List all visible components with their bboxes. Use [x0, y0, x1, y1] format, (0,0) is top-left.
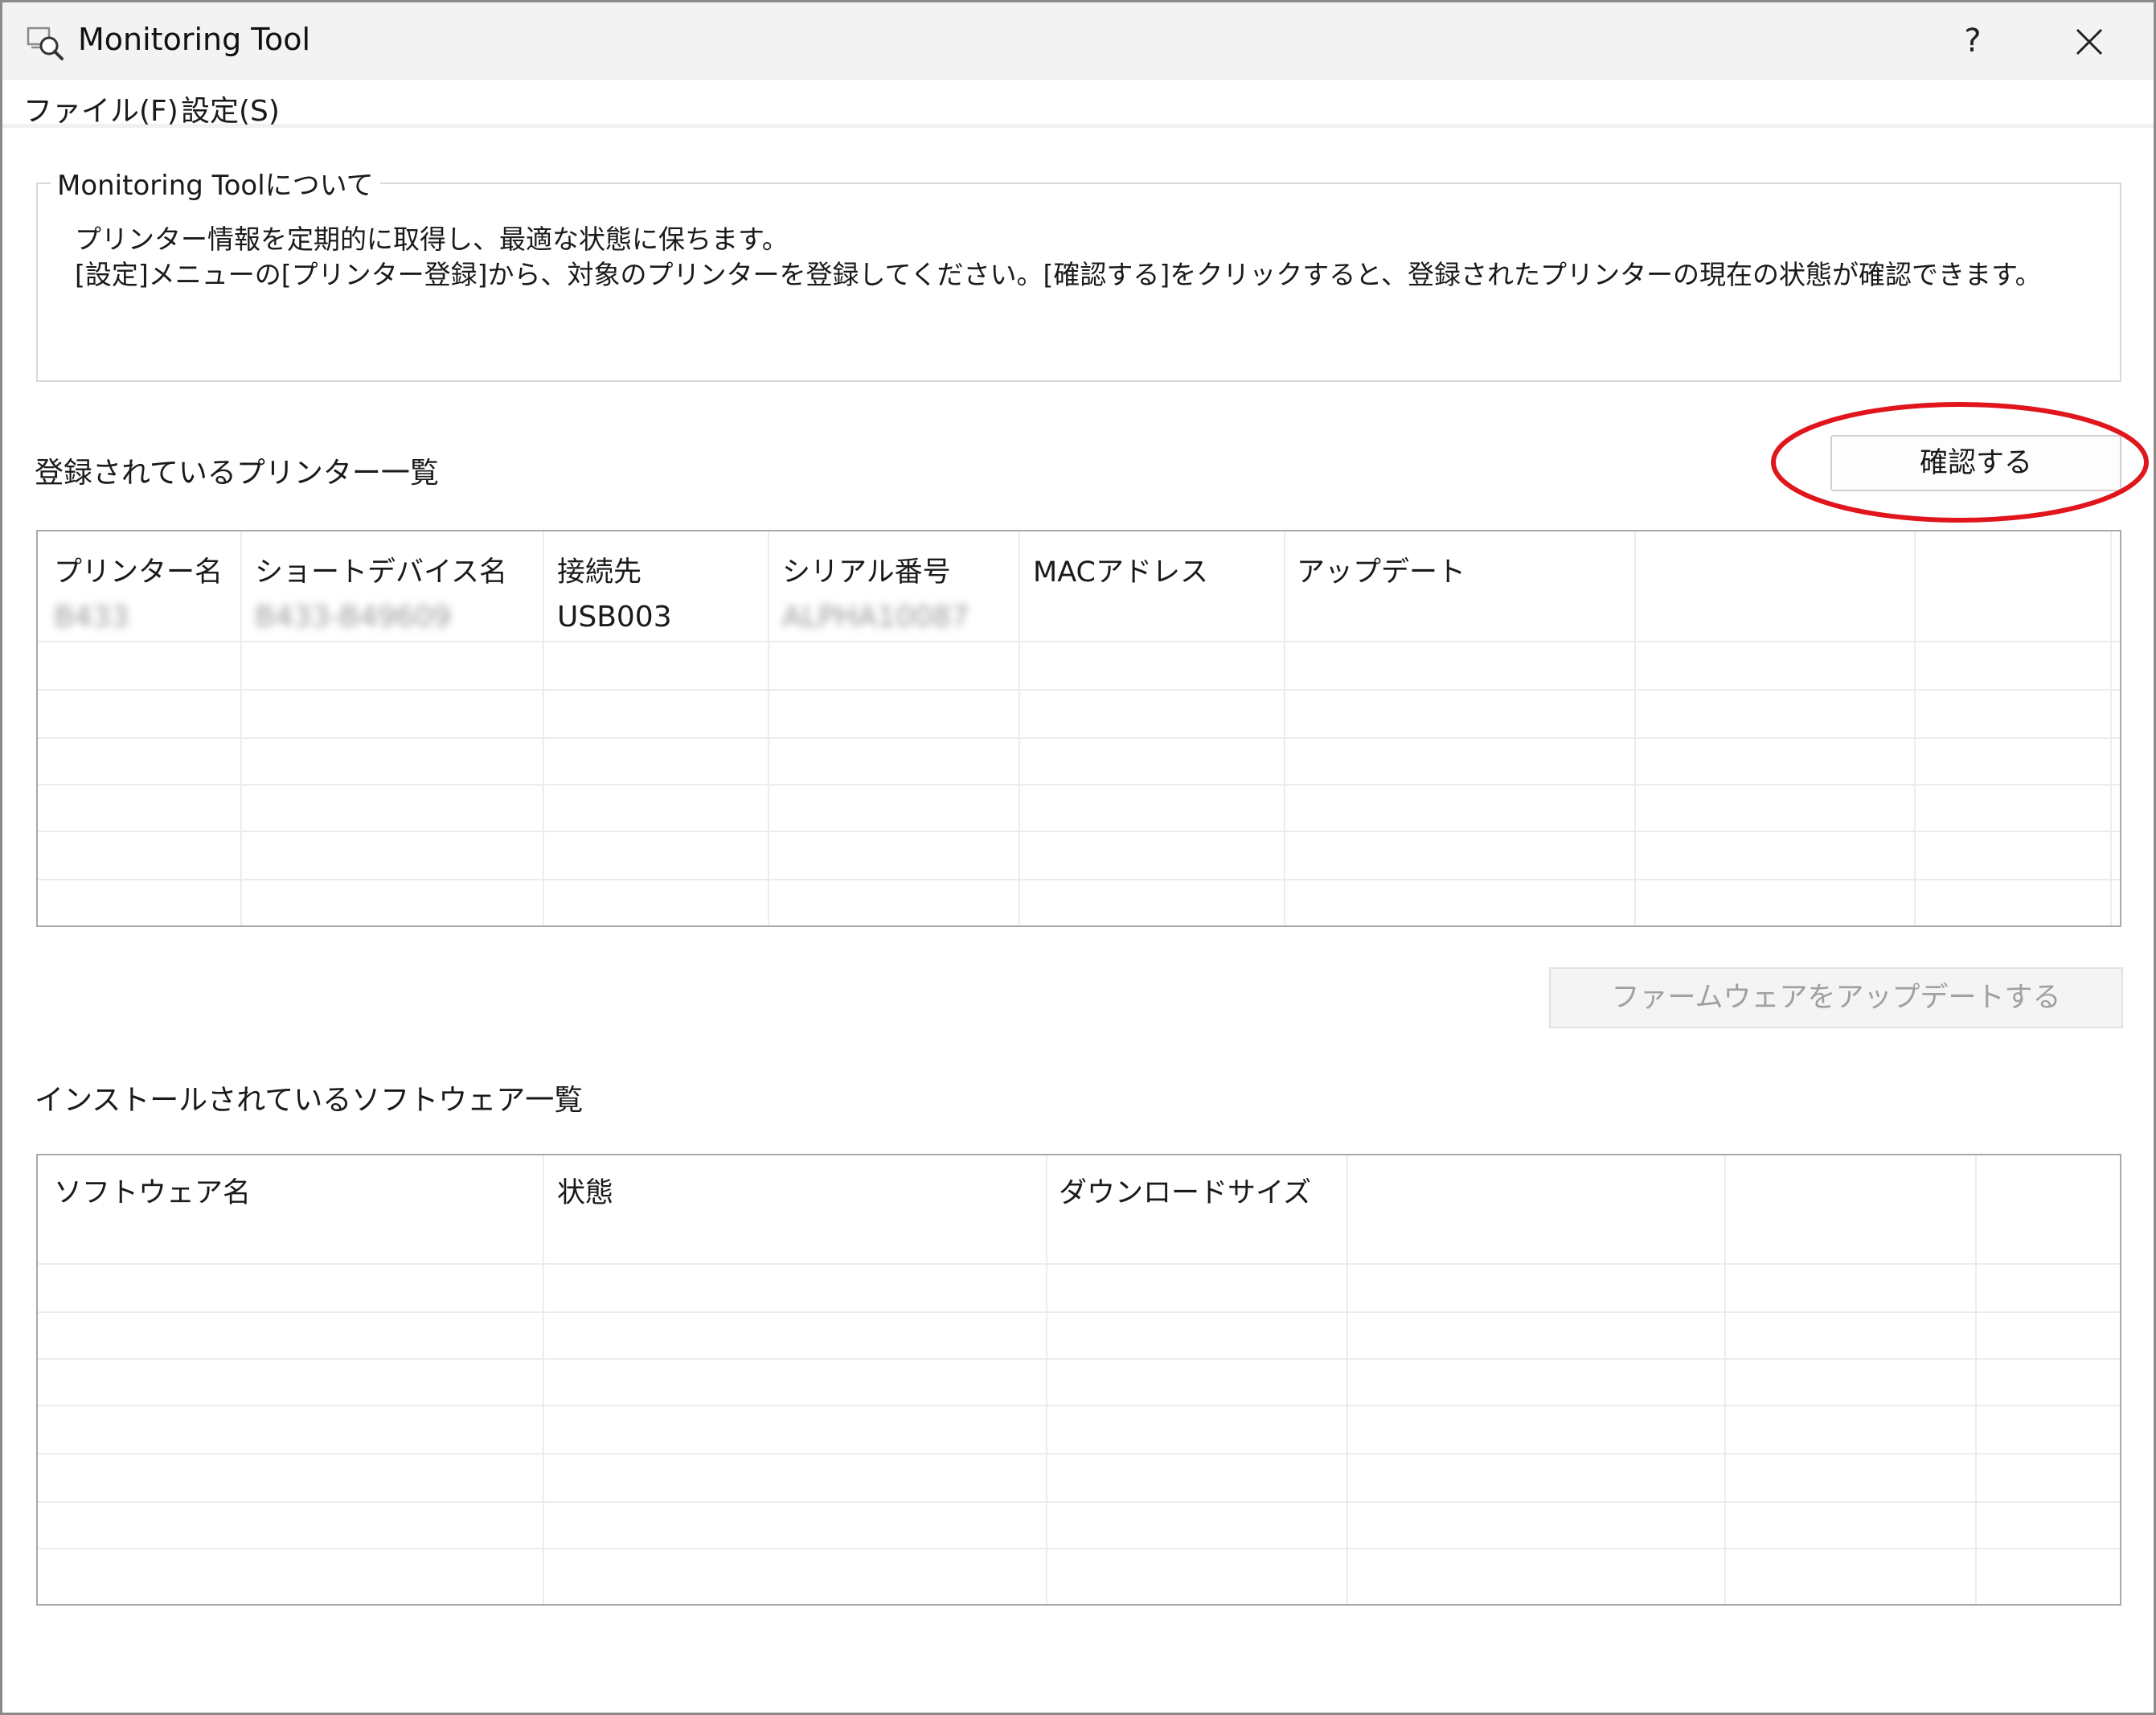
row-divider [38, 784, 2120, 786]
confirm-button[interactable]: 確認する [1830, 435, 2121, 491]
row-divider [38, 1501, 2120, 1503]
column-divider [768, 531, 769, 925]
about-groupbox: Monitoring Toolについて プリンター情報を定期的に取得し、最適な状… [36, 163, 2121, 382]
help-button[interactable]: ? [1945, 12, 2001, 70]
column-header-short-device-name[interactable]: ショートデバイス名 [255, 549, 507, 590]
column-divider [2110, 531, 2112, 925]
column-header-serial-number[interactable]: シリアル番号 [782, 549, 951, 590]
window-title: Monitoring Tool [78, 22, 311, 57]
column-divider [1046, 1155, 1047, 1604]
cell-short-device-name[interactable]: B433-B49609 [255, 601, 451, 634]
column-divider [1634, 531, 1636, 925]
menu-settings[interactable]: 設定(S) [178, 88, 283, 129]
close-icon [2076, 28, 2103, 55]
column-divider [240, 531, 242, 925]
software-list-heading: インストールされているソフトウェア一覧 [35, 1084, 584, 1117]
row-divider [38, 879, 2120, 880]
column-divider [1346, 1155, 1348, 1604]
column-header-download-size[interactable]: ダウンロードサイズ [1059, 1170, 1311, 1211]
row-divider [38, 1548, 2120, 1549]
column-header-update[interactable]: アップデート [1297, 549, 1465, 590]
column-divider [1975, 1155, 1977, 1604]
about-description-line2: [設定]メニューの[プリンター登録]から、対象のプリンターを登録してください。[… [75, 259, 2042, 290]
magnifier-monitor-icon [25, 23, 67, 62]
about-description-line1: プリンター情報を定期的に取得し、最適な状態に保ちます。 [75, 224, 789, 255]
cell-serial-number[interactable]: ALPHA10087 [782, 601, 969, 634]
column-divider [543, 1155, 544, 1604]
firmware-update-button[interactable]: ファームウェアをアップデートする [1549, 967, 2123, 1028]
row-divider [38, 1311, 2120, 1313]
column-header-mac-address[interactable]: MACアドレス [1033, 549, 1208, 590]
row-divider [38, 1453, 2120, 1454]
menu-bar: ファイル(F) 設定(S) [2, 81, 2154, 128]
column-header-connection[interactable]: 接続先 [557, 549, 641, 590]
row-divider [38, 737, 2120, 739]
column-divider [543, 531, 544, 925]
row-divider [38, 1405, 2120, 1406]
column-divider [1914, 531, 1916, 925]
column-header-status[interactable]: 状態 [557, 1170, 613, 1211]
column-divider [1284, 531, 1285, 925]
cell-connection[interactable]: USB003 [557, 601, 672, 634]
software-table[interactable]: ソフトウェア名 状態 ダウンロードサイズ [36, 1154, 2121, 1606]
column-header-printer-name[interactable]: プリンター名 [54, 549, 223, 590]
cell-printer-name[interactable]: B433 [54, 601, 129, 634]
about-legend: Monitoring Toolについて [51, 163, 380, 203]
monitoring-tool-window: Monitoring Tool ? ファイル(F) 設定(S) Monitori… [0, 0, 2156, 1715]
close-button[interactable] [2057, 12, 2121, 70]
row-divider [38, 831, 2120, 832]
printer-table[interactable]: プリンター名 ショートデバイス名 接続先 シリアル番号 MACアドレス アップデ… [36, 530, 2121, 927]
column-header-software-name[interactable]: ソフトウェア名 [54, 1170, 251, 1211]
row-divider [38, 689, 2120, 691]
column-divider [1724, 1155, 1726, 1604]
row-divider [38, 1263, 2120, 1265]
column-divider [1019, 531, 1020, 925]
printer-list-heading: 登録されているプリンター一覧 [35, 457, 439, 490]
menu-file[interactable]: ファイル(F) [20, 88, 182, 129]
row-divider [38, 1358, 2120, 1360]
row-divider [38, 641, 2120, 642]
title-bar: Monitoring Tool ? [2, 2, 2154, 80]
